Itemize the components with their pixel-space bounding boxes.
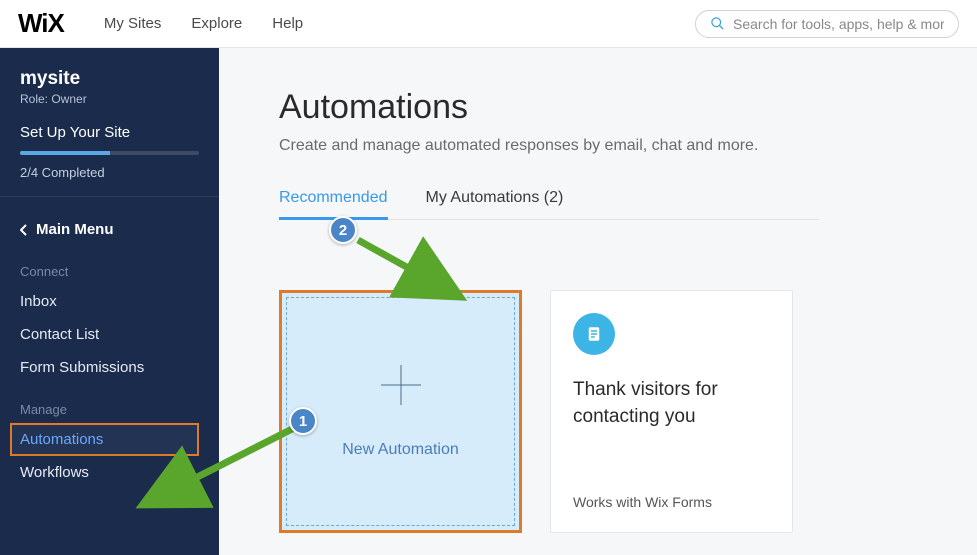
setup-progress-fill [20,151,110,155]
site-name[interactable]: mysite [20,68,199,90]
setup-progress-bar [20,151,199,155]
topbar: WiX My Sites Explore Help Search for too… [0,0,977,48]
recommendation-title: Thank visitors for contacting you [573,377,770,430]
annotation-badge-2: 2 [329,216,357,244]
setup-progress-text: 2/4 Completed [20,165,199,180]
annotation-badge-1: 1 [289,407,317,435]
page-subtitle: Create and manage automated responses by… [279,137,977,155]
tabs: Recommended My Automations (2) [279,189,819,220]
setup-your-site-link[interactable]: Set Up Your Site [20,124,199,141]
sidebar-site-block: mysite Role: Owner Set Up Your Site 2/4 … [0,48,219,197]
search-input[interactable]: Search for tools, apps, help & more... [695,10,959,38]
topnav-explore[interactable]: Explore [191,15,242,32]
sidebar-heading-connect: Connect [20,264,199,279]
back-to-main-menu[interactable]: Main Menu [20,213,199,246]
plus-icon [381,365,421,405]
page-title: Automations [279,88,977,127]
sidebar-item-contact-list[interactable]: Contact List [20,318,199,351]
annotation-number-1: 1 [289,407,317,435]
main-content: Automations Create and manage automated … [219,48,977,555]
recommendation-footer: Works with Wix Forms [573,494,770,510]
sidebar-item-form-submissions[interactable]: Form Submissions [20,351,199,384]
document-icon [573,313,615,355]
search-placeholder: Search for tools, apps, help & more... [733,16,944,32]
cards-row: New Automation Thank visitors for contac… [279,290,977,533]
sidebar-heading-manage: Manage [20,402,199,417]
annotation-arrow-2 [350,232,470,307]
back-label: Main Menu [36,221,114,238]
wix-logo[interactable]: WiX [18,8,64,39]
tab-my-automations[interactable]: My Automations (2) [426,189,564,219]
topnav-help[interactable]: Help [272,15,303,32]
topnav-my-sites[interactable]: My Sites [104,15,162,32]
chevron-left-icon [20,224,28,236]
recommendation-card[interactable]: Thank visitors for contacting you Works … [550,290,793,533]
new-automation-label: New Automation [342,441,459,459]
site-role: Role: Owner [20,92,199,106]
sidebar-item-inbox[interactable]: Inbox [20,285,199,318]
top-nav: My Sites Explore Help [104,15,303,32]
annotation-number-2: 2 [329,216,357,244]
search-icon [710,16,725,31]
annotation-arrow-1 [130,420,305,520]
